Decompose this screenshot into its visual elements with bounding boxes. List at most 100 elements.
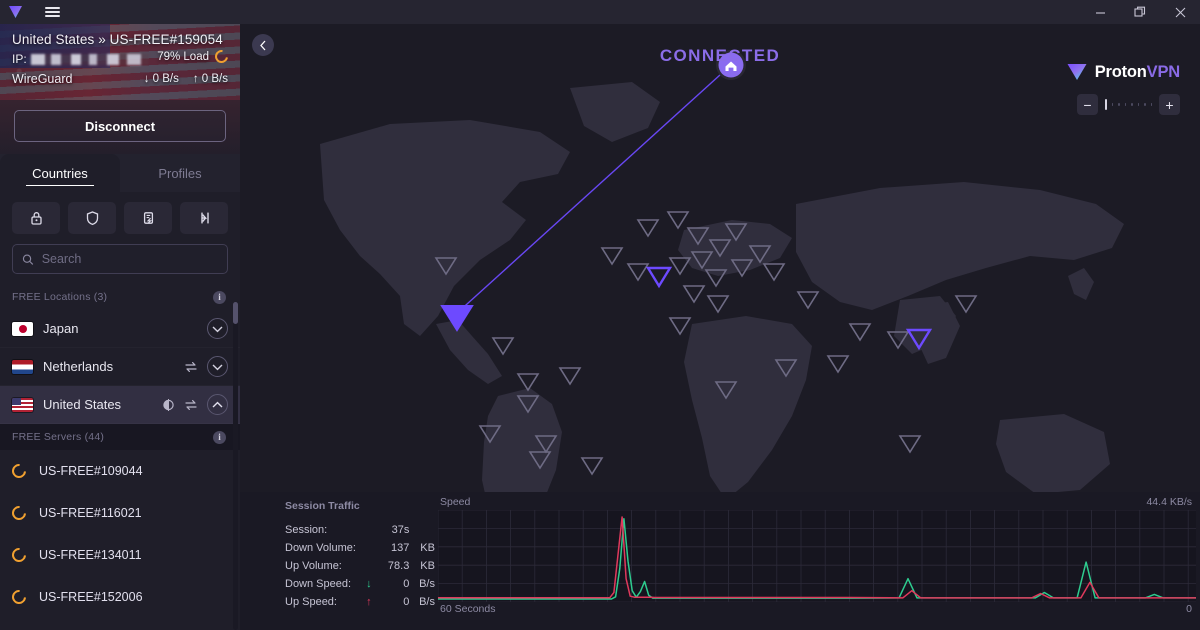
zoom-tick [1144,103,1146,106]
country-row-netherlands[interactable]: Netherlands [0,348,240,386]
upload-speed-label: ↑ 0 B/s [192,73,228,85]
info-icon[interactable]: i [213,290,226,304]
sidebar-collapse-button[interactable] [252,34,274,56]
tab-profiles[interactable]: Profiles [120,154,240,192]
country-name: Japan [43,321,79,336]
session-row-unit: KB [420,542,435,554]
zoom-in-button[interactable]: + [1159,94,1180,115]
chevron-down-icon[interactable] [212,363,223,371]
country-row-icons [207,318,228,339]
scrollbar-thumb[interactable] [233,302,238,324]
map-zoom-controls[interactable]: − + [1077,94,1180,115]
server-row[interactable]: US-FREE#152006 [0,576,240,618]
connected-server-title: United States » US-FREE#159054 [12,32,223,47]
chart-min-label: 0 [1186,603,1192,615]
session-row-value: 78.3 [387,560,410,572]
chevron-down-icon[interactable] [212,325,223,333]
search-icon [22,254,34,265]
zoom-tick [1111,103,1113,106]
server-name: US-FREE#152006 [39,590,143,604]
zoom-slider[interactable] [1105,99,1152,110]
free-locations-label: FREE Locations (3) [12,291,108,303]
server-row[interactable]: US-FREE#109044 [0,450,240,492]
session-row-key: Session: [285,524,328,536]
zoom-tick [1124,103,1126,106]
zoom-tick [1150,103,1152,106]
restore-button[interactable] [1120,0,1160,24]
free-servers-label: FREE Servers (44) [12,431,105,443]
session-row-value: 137 [390,542,410,554]
secure-core-icon[interactable] [12,202,60,234]
zoom-tick [1137,103,1139,106]
sidebar-scrollbar[interactable] [233,302,238,630]
search-box[interactable] [12,244,228,274]
sidebar-tabs: Countries Profiles [0,154,240,192]
zoom-tick [1118,103,1120,106]
session-traffic-row: Up Volume: 78.3 KB [285,557,435,575]
session-row-key: Down Speed: [285,578,352,590]
ip-label: IP: [12,52,27,66]
server-row[interactable]: US-FREE#134011 [0,534,240,576]
minimize-button[interactable] [1080,0,1120,24]
country-row-united-states[interactable]: United States [0,386,240,424]
load-ring-icon [212,47,231,66]
country-expand-toggle[interactable] [207,318,228,339]
session-row-unit: B/s [419,578,435,590]
info-icon[interactable]: i [213,430,226,444]
connection-card: United States » US-FREE#159054 IP: 79% L… [0,24,240,100]
chevron-left-icon [260,40,266,50]
country-row-icons [184,356,228,377]
country-expand-toggle[interactable] [207,394,228,415]
free-locations-header: FREE Locations (3) i [0,284,240,310]
server-row[interactable]: US-FREE#156047 [0,618,240,630]
p2p-icon[interactable] [124,202,172,234]
server-row[interactable]: US-FREE#116021 [0,492,240,534]
country-row-icons [162,394,228,415]
disconnect-button[interactable]: Disconnect [14,110,226,142]
server-load-icon [9,461,29,481]
session-row-arrow-icon: ↑ [366,596,372,608]
p2p-icon[interactable] [184,360,198,374]
flag-icon-jp [12,321,33,336]
traffic-panel: Session Traffic Session: 37s Down Volume: 1… [240,492,1200,630]
connection-status-label: CONNECTED [659,46,781,65]
tor-icon[interactable] [162,398,175,412]
free-servers-header: FREE Servers (44) i [0,424,240,450]
session-traffic-row: Up Speed: ↑ 0 B/s [285,593,435,611]
zoom-out-button[interactable]: − [1077,94,1098,115]
tab-countries[interactable]: Countries [0,154,120,192]
close-button[interactable] [1160,0,1200,24]
chevron-up-icon[interactable] [212,401,223,409]
country-row-japan[interactable]: Japan [0,310,240,348]
server-name: US-FREE#109044 [39,464,143,478]
brand-vpn: VPN [1146,62,1181,81]
session-row-value: 0 [403,596,410,608]
session-traffic-row: Session: 37s [285,521,435,539]
country-name: United States [43,397,122,412]
p2p-icon[interactable] [184,398,198,412]
server-name: US-FREE#134011 [39,548,142,562]
session-row-value: 37s [391,524,410,536]
session-row-unit: B/s [419,596,435,608]
search-input[interactable] [41,252,218,266]
server-load-icon [9,545,29,565]
session-row-key: Down Volume: [285,542,356,554]
chart-x-label: 60 Seconds [440,603,496,615]
country-expand-toggle[interactable] [207,356,228,377]
session-row-unit: KB [420,560,435,572]
tor-icon[interactable] [180,202,228,234]
chart-max-label: 44.4 KB/s [1146,496,1192,508]
session-traffic-row: Down Volume: 137 KB [285,539,435,557]
server-list: US-FREE#109044 US-FREE#116021 US-FREE#1340… [0,450,240,630]
title-bar [0,0,1200,24]
ip-address-row: IP: [12,52,149,66]
flag-icon-nl [12,359,33,374]
session-traffic-title: Session Traffic [285,500,360,512]
server-load-icon [9,587,29,607]
netshield-icon[interactable] [68,202,116,234]
feature-filter-row [0,192,240,240]
hamburger-menu-icon[interactable] [30,5,74,19]
brand-proton: Proton [1094,62,1147,81]
chart-svg [437,509,1196,603]
country-list: Japan Netherlands United States [0,310,240,424]
